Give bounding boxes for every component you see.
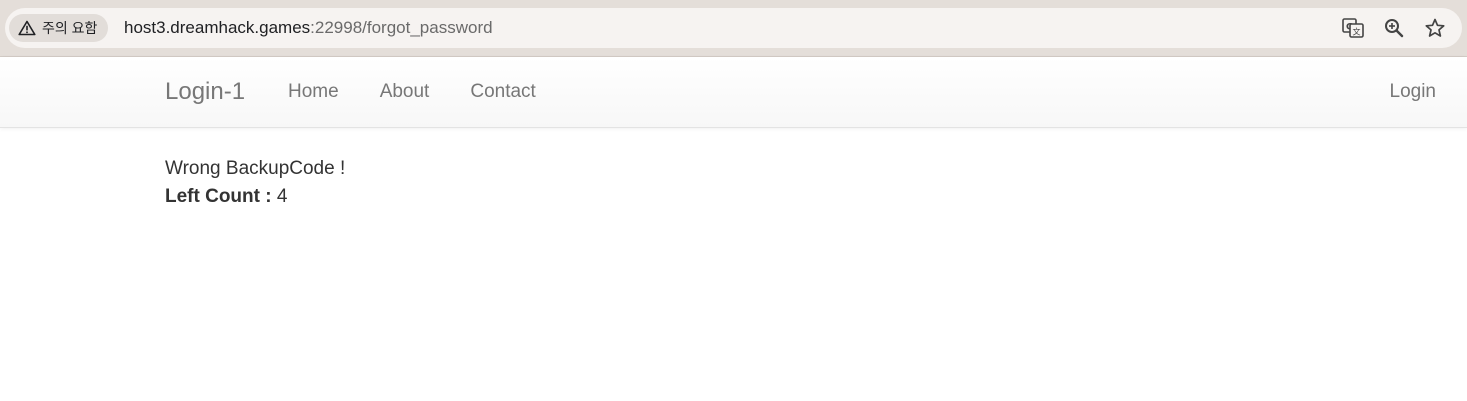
main-content: Wrong BackupCode ! Left Count : 4 bbox=[165, 155, 345, 211]
address-bar[interactable]: 주의 요함 host3.dreamhack.games:22998/forgot… bbox=[5, 8, 1462, 48]
left-count-line: Left Count : 4 bbox=[165, 183, 345, 211]
security-status-chip[interactable]: 주의 요함 bbox=[9, 14, 109, 42]
security-chip-label: 주의 요함 bbox=[42, 20, 98, 36]
warning-icon bbox=[18, 20, 36, 36]
svg-text:文: 文 bbox=[1353, 27, 1361, 37]
zoom-icon[interactable] bbox=[1383, 17, 1405, 39]
url-host: host3.dreamhack.games bbox=[124, 18, 311, 37]
address-bar-actions: G 文 bbox=[1342, 8, 1446, 48]
nav-link-login[interactable]: Login bbox=[1390, 57, 1437, 127]
left-count-label: Left Count : bbox=[165, 186, 272, 207]
bookmark-star-icon[interactable] bbox=[1424, 17, 1446, 39]
nav-link-home[interactable]: Home bbox=[288, 57, 339, 127]
left-count-value: 4 bbox=[276, 186, 288, 207]
nav-link-contact[interactable]: Contact bbox=[470, 57, 535, 127]
nav-link-about[interactable]: About bbox=[380, 57, 430, 127]
url-path: :22998/forgot_password bbox=[310, 18, 493, 37]
browser-toolbar: 주의 요함 host3.dreamhack.games:22998/forgot… bbox=[0, 0, 1467, 57]
navbar-brand[interactable]: Login-1 bbox=[165, 57, 245, 127]
site-navbar: Login-1 Home About Contact Login bbox=[0, 57, 1467, 128]
error-message: Wrong BackupCode ! bbox=[165, 158, 346, 179]
url-text[interactable]: host3.dreamhack.games:22998/forgot_passw… bbox=[124, 8, 493, 48]
translate-icon[interactable]: G 文 bbox=[1342, 17, 1364, 39]
navbar-links: Home About Contact bbox=[288, 57, 577, 127]
